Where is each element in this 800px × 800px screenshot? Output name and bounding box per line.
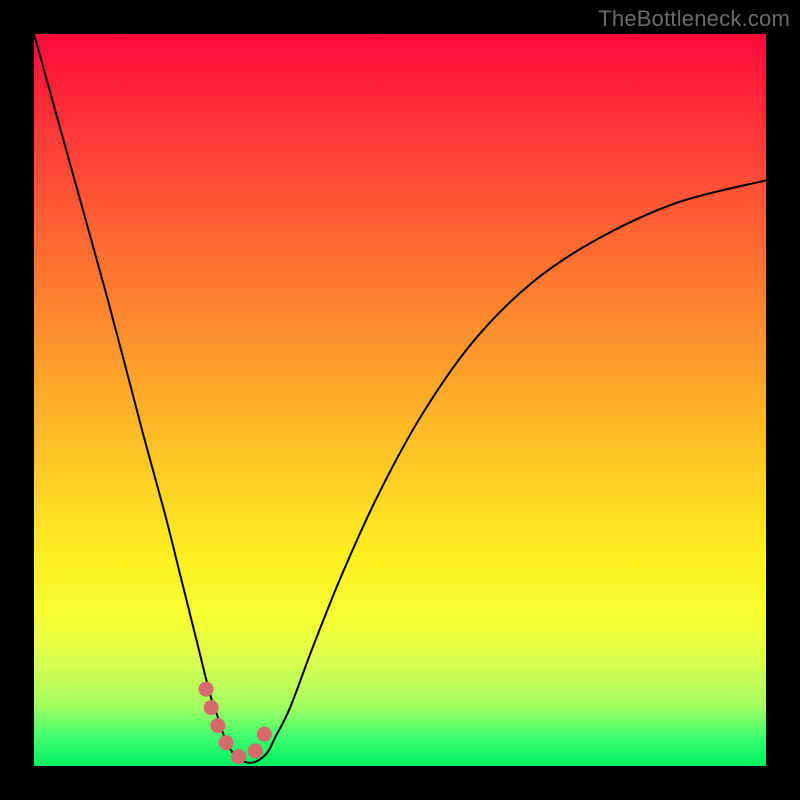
- watermark-text: TheBottleneck.com: [598, 6, 790, 32]
- highlight-curve: [206, 689, 268, 757]
- plot-area: [34, 34, 766, 766]
- chart-svg: [34, 34, 766, 766]
- chart-frame: TheBottleneck.com: [0, 0, 800, 800]
- main-curve: [34, 34, 766, 763]
